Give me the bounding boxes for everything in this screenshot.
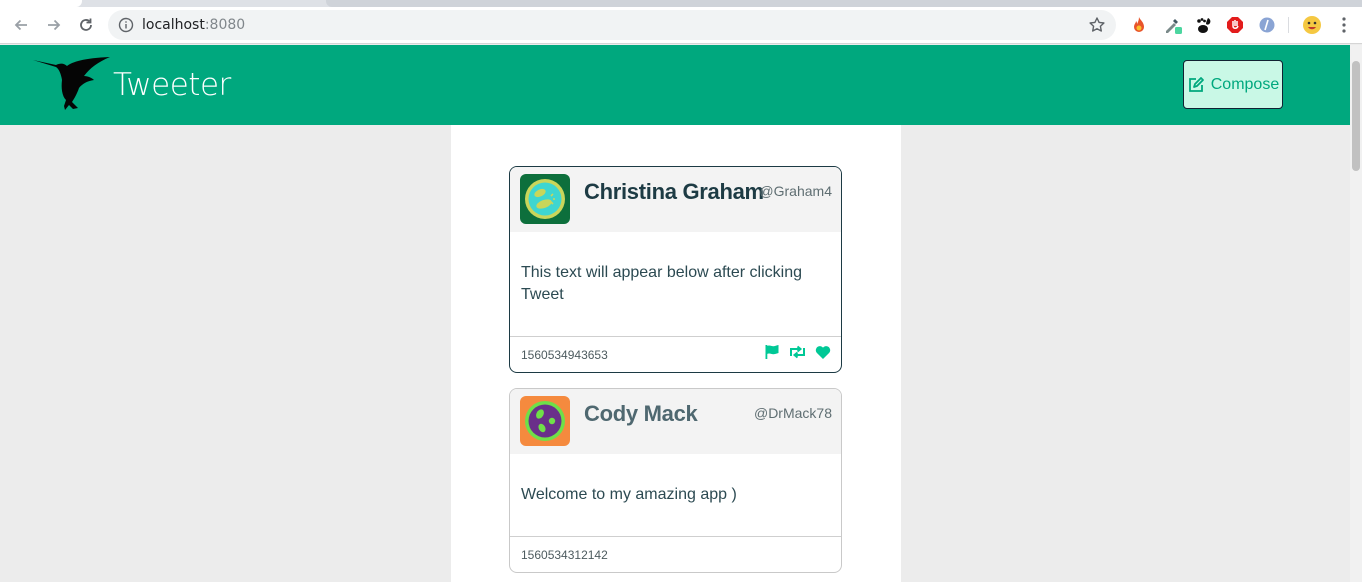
retweet-icon[interactable] <box>788 344 807 360</box>
eyedropper-extension-icon[interactable] <box>1163 15 1183 35</box>
tweet-header: Christina Graham @Graham4 <box>510 167 841 232</box>
tweet-card: Cody Mack @DrMack78 Welcome to my amazin… <box>509 388 842 573</box>
tweet-timestamp: 1560534312142 <box>521 548 608 562</box>
tweet-timestamp: 1560534943653 <box>521 348 608 362</box>
tweet-text: Welcome to my amazing app ) <box>521 486 737 503</box>
scrollbar-thumb[interactable] <box>1352 61 1360 171</box>
kebab-menu-icon[interactable] <box>1334 15 1354 35</box>
flag-icon[interactable] <box>764 344 780 360</box>
arrow-left-icon <box>14 19 27 31</box>
reload-icon <box>80 18 92 31</box>
edit-icon <box>1188 76 1204 92</box>
url-text[interactable]: localhost:8080 <box>142 17 245 33</box>
heart-icon[interactable] <box>815 345 831 360</box>
tweet-header: Cody Mack @DrMack78 <box>510 389 841 454</box>
info-icon[interactable] <box>118 17 134 38</box>
page-scrollbar[interactable] <box>1350 45 1362 582</box>
app-title: Tweeter <box>113 67 231 103</box>
tweet-footer: 1560534943653 <box>510 336 841 372</box>
arrow-right-icon <box>48 19 61 31</box>
avatar <box>520 174 570 224</box>
tweet-card: Christina Graham @Graham4 This text will… <box>509 166 842 373</box>
avatar <box>520 396 570 446</box>
tweet-feed: Christina Graham @Graham4 This text will… <box>451 125 901 582</box>
inactive-tab[interactable] <box>326 0 1362 7</box>
tweet-text: This text will appear below after clicki… <box>521 264 803 303</box>
bookmark-star-icon[interactable] <box>1088 16 1106 39</box>
tweet-author-handle: @DrMack78 <box>753 405 832 421</box>
app-header: Tweeter Compose <box>0 45 1350 125</box>
hummingbird-logo-icon <box>32 54 112 117</box>
fire-extension-icon[interactable] <box>1129 15 1149 35</box>
compose-button[interactable]: Compose <box>1183 60 1283 109</box>
tweet-footer: 1560534312142 <box>510 536 841 572</box>
profile-avatar-icon[interactable] <box>1302 15 1322 35</box>
tweet-actions <box>764 344 831 360</box>
address-bar[interactable]: localhost:8080 <box>108 10 1116 40</box>
toolbar-separator <box>1288 17 1289 33</box>
forward-button[interactable] <box>42 13 66 37</box>
tweet-author-name: Christina Graham <box>584 179 764 204</box>
tab-strip <box>0 0 1362 7</box>
gnome-extension-icon[interactable] <box>1194 15 1214 35</box>
tweet-author-handle: @Graham4 <box>759 183 832 199</box>
adblock-extension-icon[interactable] <box>1225 15 1245 35</box>
url-host: localhost <box>142 17 205 33</box>
tweet-author-name: Cody Mack <box>584 401 698 426</box>
back-button[interactable] <box>9 13 33 37</box>
active-tab[interactable] <box>0 0 82 7</box>
browser-toolbar: localhost:8080 <box>0 7 1362 44</box>
compose-label: Compose <box>1210 75 1280 93</box>
reload-button[interactable] <box>74 13 98 37</box>
vue-devtools-extension-icon[interactable] <box>1257 15 1277 35</box>
url-port: :8080 <box>204 17 246 33</box>
